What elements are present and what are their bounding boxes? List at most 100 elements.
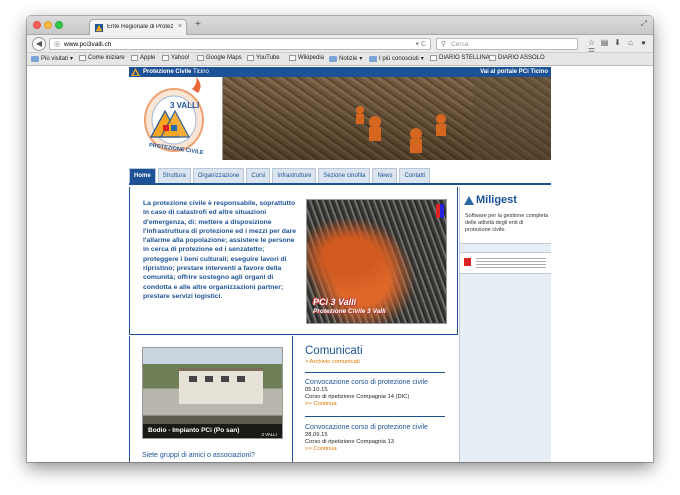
hero-banner: 3 VALLI PROTEZIONE CIVILE [129, 77, 551, 160]
page-icon [289, 55, 296, 61]
comunicati-heading: Comunicati [305, 345, 363, 357]
menu-item-struttura[interactable]: Struttura [157, 168, 191, 183]
bookmark-item[interactable]: DIARIO STELLINA [430, 55, 490, 61]
comunicato-date: 28.09.15 [305, 432, 328, 438]
bookmark-folder[interactable]: Notizie ▾ [329, 55, 362, 62]
continua-link[interactable]: >> Continua [305, 401, 455, 408]
minimize-window-button[interactable] [44, 21, 52, 29]
bookmark-item[interactable]: DIARIO ASSOLO [489, 55, 545, 61]
bookmark-star-icon[interactable]: ☆ [585, 38, 598, 47]
divider [305, 416, 445, 417]
reading-list-icon[interactable]: ▤ [598, 38, 611, 47]
portal-link[interactable]: Vai al portale PCi Ticino [480, 69, 548, 75]
miligest-description: Software per la gestione completa delle … [465, 213, 549, 233]
url-text: www.pci3valli.ch [64, 41, 112, 48]
divider [305, 372, 445, 373]
building-shape [179, 368, 263, 404]
intro-section: La protezione civile è responsabile, sop… [129, 187, 458, 335]
hero-photo [223, 77, 551, 160]
page-icon [162, 55, 169, 61]
bodio-logo: 3 VALLI [261, 432, 277, 437]
federal-office-banner[interactable] [460, 252, 551, 274]
comunicato-desc: Corso di ripetizione Compagnia 13 [305, 439, 394, 445]
building-window [205, 376, 213, 382]
page-icon [131, 55, 138, 61]
pci-3valli-emblem-icon: 3 VALLI PROTEZIONE CIVILE [144, 77, 204, 156]
menu-item-home[interactable]: Home [129, 168, 156, 183]
comunicato-date: 05.10.15 [305, 387, 328, 393]
pci-3valli-logo[interactable]: 3 VALLI PROTEZIONE CIVILE [129, 77, 223, 160]
menu-item-contatti[interactable]: Contatti [399, 168, 431, 183]
comunicato-desc: Corso di ripetizione Compagnia 14 (DIC) [305, 394, 410, 400]
site-container: Protezione Civile Ticino Vai al portale … [129, 67, 551, 462]
zoom-window-button[interactable] [55, 21, 63, 29]
web-content: Protezione Civile Ticino Vai al portale … [27, 67, 653, 462]
menu-item-corsi[interactable]: Corsi [246, 168, 271, 183]
miligest-banner[interactable]: Miligest Software per la gestione comple… [460, 187, 551, 244]
search-input[interactable]: ⚲ Cerca [436, 38, 578, 50]
bookmark-folder[interactable]: Più visitati ▾ [31, 55, 73, 62]
intro-text: La protezione civile è responsabile, sop… [143, 200, 297, 300]
page-icon [247, 55, 254, 61]
menu-item-news[interactable]: News [372, 168, 398, 183]
bodio-caption: Bodio - Impianto PCi (Po san) [148, 427, 240, 434]
bookmark-folder[interactable]: I più conosciuti ▾ [369, 55, 424, 62]
bodio-section: Bodio - Impianto PCi (Po san) 3 VALLI Si… [129, 336, 292, 462]
browser-tab[interactable]: Ente Regionale di Protezio... × [89, 19, 187, 35]
bookmark-item[interactable]: Yahoo! [162, 55, 190, 61]
bookmark-item[interactable]: Google Maps [197, 55, 242, 61]
browser-window: Ente Regionale di Protezio... × + ⤢ ◀ ◎ … [27, 16, 653, 462]
bodio-photo[interactable]: Bodio - Impianto PCi (Po san) 3 VALLI [142, 347, 283, 439]
comunicato-title[interactable]: Convocazione corso di protezione civile [305, 424, 455, 432]
bookmark-item[interactable]: Wikipedia [289, 55, 324, 61]
page-icon [79, 55, 86, 61]
menu-item-sezione-cinofila[interactable]: Sezione cinofila [318, 168, 371, 183]
folder-icon [369, 55, 377, 62]
download-icon[interactable]: ⬇ [611, 38, 624, 47]
continua-link[interactable]: >> Continua [305, 446, 455, 453]
bodio-caption-bar: Bodio - Impianto PCi (Po san) 3 VALLI [143, 424, 282, 438]
reload-icon[interactable]: ▾ C [415, 40, 426, 48]
comunicato-item: Convocazione corso di protezione civile … [305, 379, 455, 408]
miligest-triangle-icon [464, 195, 474, 205]
groups-link[interactable]: Siete gruppi di amici o associazioni? [142, 452, 255, 459]
bookmark-item[interactable]: Come iniziare [79, 55, 125, 61]
bookmarks-bar: Più visitati ▾ Come iniziare Apple Yahoo!… [27, 53, 653, 66]
archive-link[interactable]: > Archivio comunicati [305, 359, 360, 365]
close-window-button[interactable] [33, 21, 41, 29]
site-brand[interactable]: Protezione Civile Ticino [143, 69, 209, 75]
chat-icon[interactable]: ● [637, 38, 650, 47]
search-placeholder: Cerca [451, 41, 469, 48]
globe-icon: ◎ [54, 41, 61, 48]
feature-caption-sub: Protezione Civile 3 Valli [313, 308, 386, 315]
bookmark-item[interactable]: YouTube [247, 55, 280, 61]
new-tab-icon[interactable]: + [195, 19, 201, 30]
tab-strip: Ente Regionale di Protezio... × + ⤢ [27, 16, 653, 35]
menu-item-organizzazione[interactable]: Organizzazione [192, 168, 245, 183]
url-bar[interactable]: ◎ www.pci3valli.ch ▾ C [49, 38, 431, 50]
folder-icon [329, 55, 337, 62]
comunicato-item: Convocazione corso di protezione civile … [305, 424, 455, 453]
canton-flag-icon [436, 204, 444, 218]
page-icon [489, 55, 496, 61]
federal-office-logo-text [476, 258, 546, 268]
page-icon [197, 55, 204, 61]
close-tab-icon[interactable]: × [178, 23, 182, 30]
site-topbar: Protezione Civile Ticino Vai al portale … [129, 67, 551, 77]
folder-icon [31, 55, 39, 62]
home-icon[interactable]: ⌂ [624, 38, 637, 47]
building-window [237, 376, 245, 382]
pci-logo-icon [131, 68, 140, 76]
menu-item-infrastrutture[interactable]: Infrastrutture [272, 168, 317, 183]
feature-caption: PCi 3 Valli [313, 297, 357, 307]
feature-photo[interactable]: PCi 3 Valli Protezione Civile 3 Valli [306, 199, 447, 324]
favicon-icon [95, 24, 103, 32]
fullscreen-icon[interactable]: ⤢ [641, 19, 647, 29]
building-window [189, 376, 197, 382]
comunicato-title[interactable]: Convocazione corso di protezione civile [305, 379, 455, 387]
bookmark-item[interactable]: Apple [131, 55, 155, 61]
comunicati-section: Comunicati > Archivio comunicati Convoca… [292, 336, 458, 462]
sidebar: Miligest Software per la gestione comple… [459, 187, 551, 462]
tab-title: Ente Regionale di Protezio... [107, 24, 173, 30]
back-arrow-icon[interactable]: ◀ [32, 37, 46, 51]
